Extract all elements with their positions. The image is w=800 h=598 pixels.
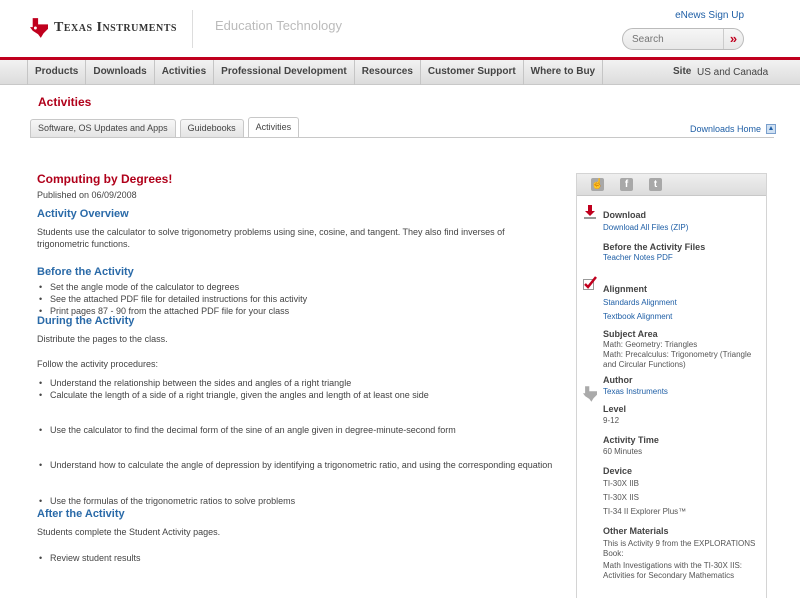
main-nav: Products Downloads Activities Profession… <box>0 57 800 85</box>
tab-bar: Software, OS Updates and Apps Guidebooks… <box>30 117 303 137</box>
download-section: Download Download All Files (ZIP) Before… <box>603 210 705 262</box>
list-item: Understand the relationship between the … <box>37 377 557 389</box>
alignment-section: Alignment Standards Alignment Textbook A… <box>603 284 765 370</box>
list-item: Use the calculator to find the decimal f… <box>37 424 557 436</box>
search-box: » <box>622 28 744 50</box>
author-link[interactable]: Texas Instruments <box>603 387 768 396</box>
nav-resources[interactable]: Resources <box>355 60 421 85</box>
texas-state-icon <box>30 18 48 38</box>
facebook-icon[interactable]: f <box>620 178 633 191</box>
after-text: Students complete the Student Activity p… <box>37 527 221 537</box>
activity-title: Computing by Degrees! <box>37 172 173 186</box>
brand-name: Texas Instruments <box>54 20 177 35</box>
ti-logo[interactable]: Texas Instruments <box>30 18 177 38</box>
level-heading: Level <box>603 404 627 414</box>
share-bar: ☝ f t <box>577 174 766 196</box>
search-button[interactable]: » <box>723 29 743 49</box>
before-heading: Before the Activity <box>37 266 134 278</box>
level-value: 9-12 <box>603 416 620 425</box>
nav-products[interactable]: Products <box>27 60 87 85</box>
activity-time-heading: Activity Time <box>603 435 659 445</box>
download-all-link[interactable]: Download All Files (ZIP) <box>603 223 705 232</box>
list-item: Calculate the length of a side of a righ… <box>37 389 557 401</box>
nav-where-to-buy[interactable]: Where to Buy <box>524 60 604 85</box>
during-text-1: Distribute the pages to the class. <box>37 334 168 344</box>
page-title: Activities <box>38 95 92 109</box>
published-date: Published on 06/09/2008 <box>37 190 137 200</box>
list-item: Review student results <box>37 552 557 564</box>
subject-heading: Subject Area <box>603 329 658 339</box>
download-heading: Download <box>603 210 646 220</box>
tabs-divider <box>30 137 774 138</box>
texas-state-icon <box>583 386 597 402</box>
during-text-2: Follow the activity procedures: <box>37 359 159 369</box>
enews-signup-link[interactable]: eNews Sign Up <box>675 10 744 21</box>
site-selector[interactable]: US and Canada <box>697 67 768 78</box>
list-item: Set the angle mode of the calculator to … <box>37 281 557 293</box>
other-materials-text-1: This is Activity 9 from the EXPLORATIONS… <box>603 539 756 558</box>
header-divider <box>192 10 193 48</box>
list-item: Understand how to calculate the angle of… <box>37 459 557 472</box>
after-heading: After the Activity <box>37 508 125 520</box>
section-title: Education Technology <box>215 18 342 33</box>
standards-alignment-link[interactable]: Standards Alignment <box>603 298 765 307</box>
nav-customer-support[interactable]: Customer Support <box>421 60 524 85</box>
overview-heading: Activity Overview <box>37 208 129 220</box>
site-label: Site <box>673 66 692 77</box>
nav-activities[interactable]: Activities <box>155 60 215 85</box>
activity-content: Computing by Degrees! Published on 06/09… <box>37 172 557 564</box>
nav-downloads[interactable]: Downloads <box>86 60 155 85</box>
device-item: TI-30X IIS <box>603 493 640 502</box>
teacher-notes-link[interactable]: Teacher Notes PDF <box>603 253 705 262</box>
home-icon <box>766 124 777 134</box>
author-section: Author Texas Instruments Level 9-12 Acti… <box>603 375 768 581</box>
device-item: TI-34 II Explorer Plus™ <box>603 507 687 516</box>
download-icon <box>584 205 596 219</box>
thumbs-up-icon[interactable]: ☝ <box>591 178 604 191</box>
activity-sidebar: ☝ f t Download Download All Files (ZIP) … <box>576 173 767 598</box>
list-item: Use the formulas of the trigonometric ra… <box>37 495 557 507</box>
textbook-alignment-link[interactable]: Textbook Alignment <box>603 312 765 321</box>
tab-guidebooks[interactable]: Guidebooks <box>179 119 244 137</box>
device-item: TI-30X IIB <box>603 479 640 488</box>
after-list: Review student results <box>37 552 557 564</box>
overview-text: Students use the calculator to solve tri… <box>37 227 505 249</box>
downloads-home-link[interactable]: Downloads Home <box>690 124 777 134</box>
alignment-heading: Alignment <box>603 284 647 294</box>
nav-professional-development[interactable]: Professional Development <box>214 60 355 85</box>
before-files-heading: Before the Activity Files <box>603 242 706 252</box>
other-materials-text-2: Math Investigations with the TI-30X IIS:… <box>603 561 743 580</box>
subject-line-2: Math: Precalculus: Trigonometry (Triangl… <box>603 350 752 369</box>
list-item: Print pages 87 - 90 from the attached PD… <box>37 305 557 317</box>
downloads-home-label: Downloads Home <box>690 124 762 134</box>
activity-time-value: 60 Minutes <box>603 447 643 456</box>
device-heading: Device <box>603 466 633 476</box>
list-item: See the attached PDF file for detailed i… <box>37 293 557 305</box>
during-list: Understand the relationship between the … <box>37 377 557 507</box>
subject-line-1: Math: Geometry: Triangles <box>603 340 698 349</box>
checkbox-icon <box>583 276 597 290</box>
author-heading: Author <box>603 375 633 385</box>
tab-activities[interactable]: Activities <box>247 117 300 137</box>
search-input[interactable] <box>623 29 723 49</box>
twitter-icon[interactable]: t <box>649 178 662 191</box>
tab-software-updates[interactable]: Software, OS Updates and Apps <box>30 119 176 137</box>
other-materials-heading: Other Materials <box>603 526 669 536</box>
before-list: Set the angle mode of the calculator to … <box>37 281 557 317</box>
